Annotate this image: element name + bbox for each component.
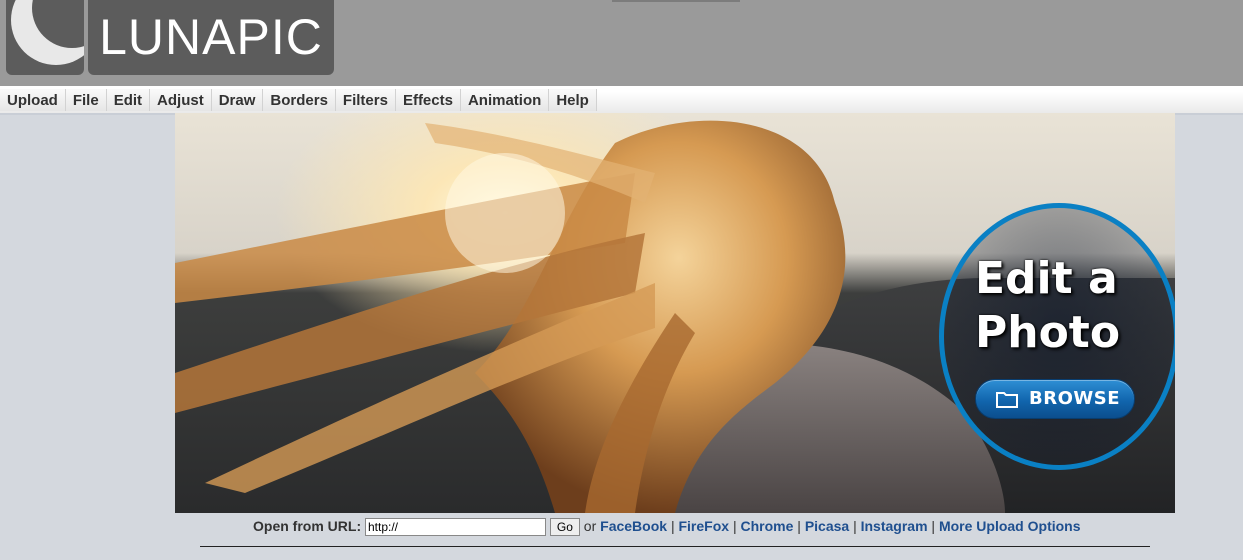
or-text: or xyxy=(583,518,597,534)
url-input[interactable] xyxy=(365,518,546,537)
header-tab xyxy=(612,0,740,2)
browse-label: BROWSE xyxy=(1029,388,1120,409)
menu-animation[interactable]: Animation xyxy=(460,89,550,111)
separator: | xyxy=(670,518,675,534)
menu-borders[interactable]: Borders xyxy=(263,89,336,111)
chrome-link[interactable]: Chrome xyxy=(740,518,793,534)
separator: | xyxy=(853,518,857,534)
more-upload-options-link[interactable]: More Upload Options xyxy=(939,518,1081,534)
firefox-link[interactable]: FireFox xyxy=(678,518,729,534)
menu-bar: Upload File Edit Adjust Draw Borders Fil… xyxy=(0,86,1243,115)
separator: | xyxy=(931,518,936,534)
menu-filters[interactable]: Filters xyxy=(335,89,396,111)
menu-effects[interactable]: Effects xyxy=(395,89,461,111)
instagram-link[interactable]: Instagram xyxy=(861,518,928,534)
moon-logo-icon xyxy=(6,0,84,75)
menu: Upload File Edit Adjust Draw Borders Fil… xyxy=(0,89,597,111)
url-label: Open from URL: xyxy=(253,518,362,534)
cta-headline-line1: Edit a xyxy=(975,253,1118,304)
go-button[interactable]: Go xyxy=(549,518,580,537)
browse-button[interactable]: BROWSE xyxy=(975,379,1135,419)
picasa-link[interactable]: Picasa xyxy=(805,518,849,534)
divider xyxy=(200,546,1150,547)
logo[interactable]: LUNAPIC xyxy=(6,0,334,75)
cta-headline-line2: Photo xyxy=(975,307,1121,358)
menu-adjust[interactable]: Adjust xyxy=(150,89,212,111)
folder-icon xyxy=(996,390,1018,413)
url-bar: Open from URL: Go or FaceBook | FireFox … xyxy=(0,515,1243,537)
menu-help[interactable]: Help xyxy=(549,89,597,111)
menu-draw[interactable]: Draw xyxy=(211,89,264,111)
menu-upload[interactable]: Upload xyxy=(0,89,66,111)
menu-file[interactable]: File xyxy=(65,89,107,111)
separator: | xyxy=(732,518,737,534)
separator: | xyxy=(797,518,801,534)
logo-text: LUNAPIC xyxy=(88,0,334,75)
hero-banner[interactable]: Edit a Photo BROWSE xyxy=(175,113,1175,513)
facebook-link[interactable]: FaceBook xyxy=(600,518,667,534)
header: LUNAPIC xyxy=(0,0,1243,86)
menu-edit[interactable]: Edit xyxy=(106,89,151,111)
